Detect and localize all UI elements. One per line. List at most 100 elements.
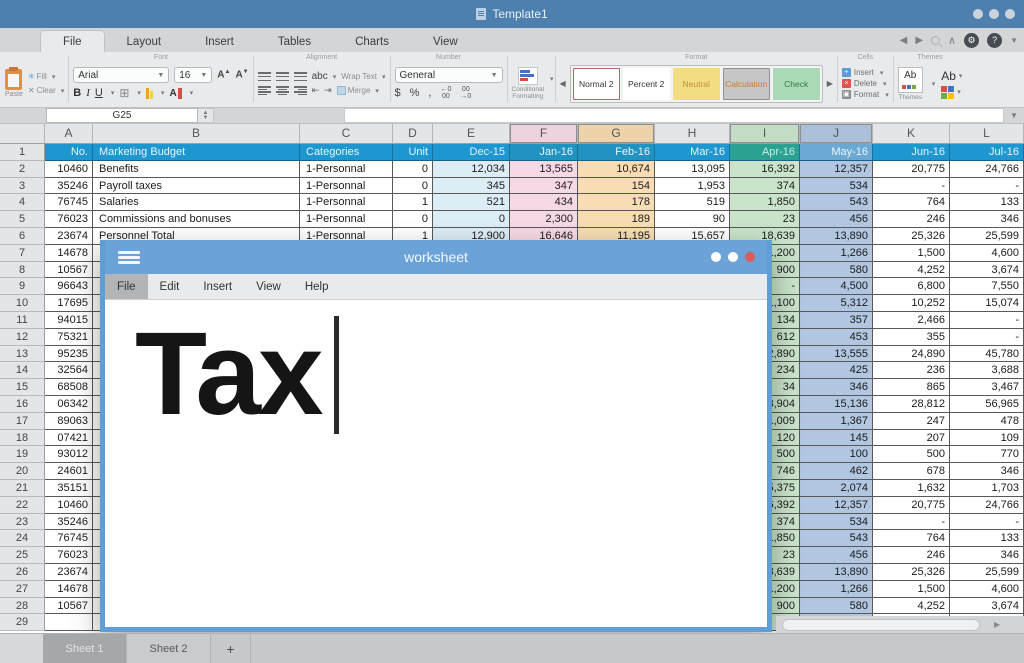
row-number[interactable]: 6 xyxy=(0,228,45,245)
theme-fonts-button[interactable]: Ab▾ xyxy=(941,69,962,83)
theme-colors-button[interactable]: ▾ xyxy=(941,86,961,99)
tab-insert[interactable]: Insert xyxy=(183,32,256,52)
cell[interactable]: 10460 xyxy=(45,497,93,514)
column-header-B[interactable]: B xyxy=(93,124,300,144)
fill-button[interactable]: ✳ Fill▾ xyxy=(28,72,64,81)
cell[interactable]: 347 xyxy=(510,178,578,195)
style-neutral[interactable]: Neutral xyxy=(673,68,720,100)
chevron-down-icon[interactable]: ▾ xyxy=(932,80,936,88)
row-number[interactable]: 8 xyxy=(0,262,45,279)
cell[interactable]: 94015 xyxy=(45,312,93,329)
cell[interactable]: 109 xyxy=(950,430,1024,447)
worksheet-titlebar[interactable]: worksheet xyxy=(105,240,767,274)
cell[interactable]: Payroll taxes xyxy=(93,178,300,195)
cell[interactable]: 1,266 xyxy=(800,581,873,598)
cell[interactable]: 1,367 xyxy=(800,413,873,430)
currency-button[interactable]: $ xyxy=(395,87,401,99)
column-header-E[interactable]: E xyxy=(433,124,510,144)
cell[interactable]: 25,599 xyxy=(950,228,1024,245)
cell[interactable]: 678 xyxy=(873,463,950,480)
cell[interactable]: 07421 xyxy=(45,430,93,447)
comma-button[interactable]: , xyxy=(428,87,431,99)
cell[interactable]: 133 xyxy=(950,194,1024,211)
help-icon[interactable]: ? xyxy=(987,33,1002,48)
clear-button[interactable]: ✕ Clear▾ xyxy=(28,86,64,95)
style-normal-2[interactable]: Normal 2 xyxy=(573,68,620,100)
name-box[interactable]: G25 xyxy=(46,108,198,123)
cell[interactable]: 3,467 xyxy=(950,379,1024,396)
cell[interactable]: 4,500 xyxy=(800,278,873,295)
cell[interactable]: 357 xyxy=(800,312,873,329)
row-number[interactable]: 4 xyxy=(0,194,45,211)
cell[interactable]: - xyxy=(950,312,1024,329)
cell[interactable]: 25,599 xyxy=(950,564,1024,581)
row-number[interactable]: 19 xyxy=(0,446,45,463)
cell[interactable]: 1-Personnal xyxy=(300,194,393,211)
window-control-icon[interactable] xyxy=(728,252,738,262)
cell[interactable]: 3,674 xyxy=(950,598,1024,615)
window-control-icon[interactable] xyxy=(989,9,999,19)
style-percent-2[interactable]: Percent 2 xyxy=(623,68,670,100)
style-calculation[interactable]: Calculation xyxy=(723,68,770,100)
cell[interactable]: 2,300 xyxy=(510,211,578,228)
cell[interactable]: 374 xyxy=(730,178,800,195)
cell[interactable]: 453 xyxy=(800,329,873,346)
cell[interactable]: 13,890 xyxy=(800,564,873,581)
cell[interactable]: 17695 xyxy=(45,295,93,312)
chevron-down-icon[interactable]: ▾ xyxy=(111,89,115,97)
chevron-down-icon[interactable]: ▾ xyxy=(161,89,165,97)
cell[interactable]: 10460 xyxy=(45,161,93,178)
window-titlebar[interactable]: Template1 xyxy=(0,0,1024,28)
cell[interactable]: Benefits xyxy=(93,161,300,178)
cell[interactable]: 100 xyxy=(800,446,873,463)
align-top-icon[interactable] xyxy=(258,72,271,81)
row-number[interactable]: 22 xyxy=(0,497,45,514)
cell[interactable]: 434 xyxy=(510,194,578,211)
horizontal-scrollbar[interactable]: ▶ xyxy=(776,616,1024,633)
cell[interactable]: 543 xyxy=(800,530,873,547)
cell[interactable]: May-16 xyxy=(800,144,873,161)
row-number[interactable]: 9 xyxy=(0,278,45,295)
fill-color-icon[interactable] xyxy=(146,88,153,99)
row-number[interactable]: 16 xyxy=(0,396,45,413)
cell[interactable]: 10567 xyxy=(45,598,93,615)
cell[interactable]: 1,850 xyxy=(730,194,800,211)
number-format-select[interactable]: General▼ xyxy=(395,67,503,83)
back-arrow-icon[interactable]: ◀ xyxy=(900,35,908,46)
row-number[interactable]: 23 xyxy=(0,514,45,531)
menu-item-file[interactable]: File xyxy=(105,274,148,299)
cell[interactable]: 4,252 xyxy=(873,598,950,615)
cell[interactable]: 13,565 xyxy=(510,161,578,178)
font-color-icon[interactable]: A xyxy=(169,88,181,99)
cell[interactable]: 346 xyxy=(800,379,873,396)
cell[interactable]: 425 xyxy=(800,362,873,379)
gallery-left-icon[interactable]: ◀ xyxy=(560,79,566,88)
collapse-ribbon-icon[interactable]: ∧ xyxy=(948,34,956,47)
cell[interactable]: 178 xyxy=(578,194,655,211)
row-number[interactable]: 12 xyxy=(0,329,45,346)
row-number[interactable]: 26 xyxy=(0,564,45,581)
forward-arrow-icon[interactable]: ▶ xyxy=(915,35,923,46)
column-header-D[interactable]: D xyxy=(393,124,433,144)
cell[interactable]: 12,357 xyxy=(800,497,873,514)
worksheet-editor[interactable]: Tax xyxy=(105,300,767,622)
close-icon[interactable] xyxy=(745,252,755,262)
row-number[interactable]: 3 xyxy=(0,178,45,195)
align-center-icon[interactable] xyxy=(276,86,289,95)
cell[interactable]: 1 xyxy=(393,194,433,211)
cell[interactable]: 345 xyxy=(433,178,510,195)
cell[interactable]: 10567 xyxy=(45,262,93,279)
row-number[interactable]: 17 xyxy=(0,413,45,430)
cells-format-button[interactable]: ▣Format▾ xyxy=(842,90,889,99)
cell[interactable]: 865 xyxy=(873,379,950,396)
chevron-down-icon[interactable]: ▾ xyxy=(550,75,554,105)
cell[interactable]: Salaries xyxy=(93,194,300,211)
cell[interactable]: 1,266 xyxy=(800,245,873,262)
gear-icon[interactable]: ⚙ xyxy=(964,33,979,48)
borders-icon[interactable]: ⊞ xyxy=(119,86,129,100)
row-number[interactable]: 2 xyxy=(0,161,45,178)
cell[interactable]: 346 xyxy=(950,547,1024,564)
window-control-icon[interactable] xyxy=(711,252,721,262)
cell[interactable]: 247 xyxy=(873,413,950,430)
row-number[interactable]: 15 xyxy=(0,379,45,396)
